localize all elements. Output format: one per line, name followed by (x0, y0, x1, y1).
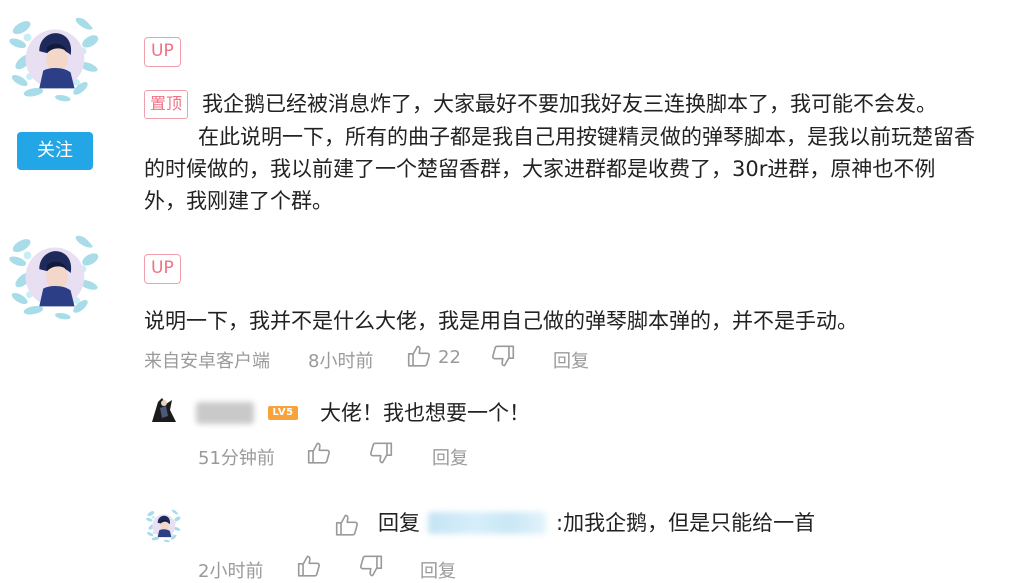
comment-text: 说明一下，我并不是什么大佬，我是用自己做的弹琴脚本弹的，并不是手动。 (144, 309, 858, 333)
up-badge: UP (144, 37, 181, 67)
comment-text-line-3: 的时候做的，我以前建了一个楚留香群，大家进群都是收费了，30r进群，原神也不例 (144, 157, 936, 181)
like-count: 22 (438, 347, 461, 368)
client-source: 来自安卓客户端 (144, 351, 270, 372)
comment-text-line-1: 我企鹅已经被消息炸了，大家最好不要加我好友三连换脚本了，我可能不会发。 (202, 92, 937, 116)
comment-time: 8小时前 (308, 351, 374, 372)
redacted-mention[interactable] (428, 512, 546, 534)
thumbs-down-icon[interactable] (368, 440, 394, 466)
avatar[interactable] (4, 226, 102, 324)
thumbs-up-icon[interactable] (406, 343, 432, 369)
pinned-badge: 置顶 (144, 90, 189, 119)
thumbs-down-icon[interactable] (358, 553, 384, 579)
redacted-username[interactable] (196, 402, 254, 424)
avatar[interactable] (4, 8, 102, 106)
reply-time: 51分钟前 (198, 448, 275, 469)
reply-prefix: 回复 (378, 511, 420, 535)
reply-button[interactable]: 回复 (553, 347, 589, 373)
reply-text: 大佬！我也想要一个！ (320, 401, 530, 425)
thumbs-up-icon[interactable] (306, 440, 332, 466)
thumbs-down-icon[interactable] (490, 343, 516, 369)
comment-text-line-4: 外，我刚建了个群。 (144, 189, 333, 213)
thumbs-up-icon[interactable] (296, 553, 322, 579)
up-badge: UP (144, 254, 181, 284)
comment-text-line-2: 在此说明一下，所有的曲子都是我自己用按键精灵做的弹琴脚本，是我以前玩楚留香 (198, 125, 975, 149)
reply-text: :加我企鹅，但是只能给一首 (556, 511, 816, 535)
reply-button[interactable]: 回复 (432, 444, 468, 470)
reply-time: 2小时前 (198, 561, 264, 582)
avatar[interactable] (146, 392, 182, 428)
reply-button[interactable]: 回复 (420, 557, 456, 583)
thumbs-up-icon[interactable] (334, 512, 360, 538)
level-badge: LV5 (268, 406, 298, 420)
follow-button[interactable]: 关注 (17, 132, 93, 170)
avatar[interactable] (144, 506, 182, 544)
